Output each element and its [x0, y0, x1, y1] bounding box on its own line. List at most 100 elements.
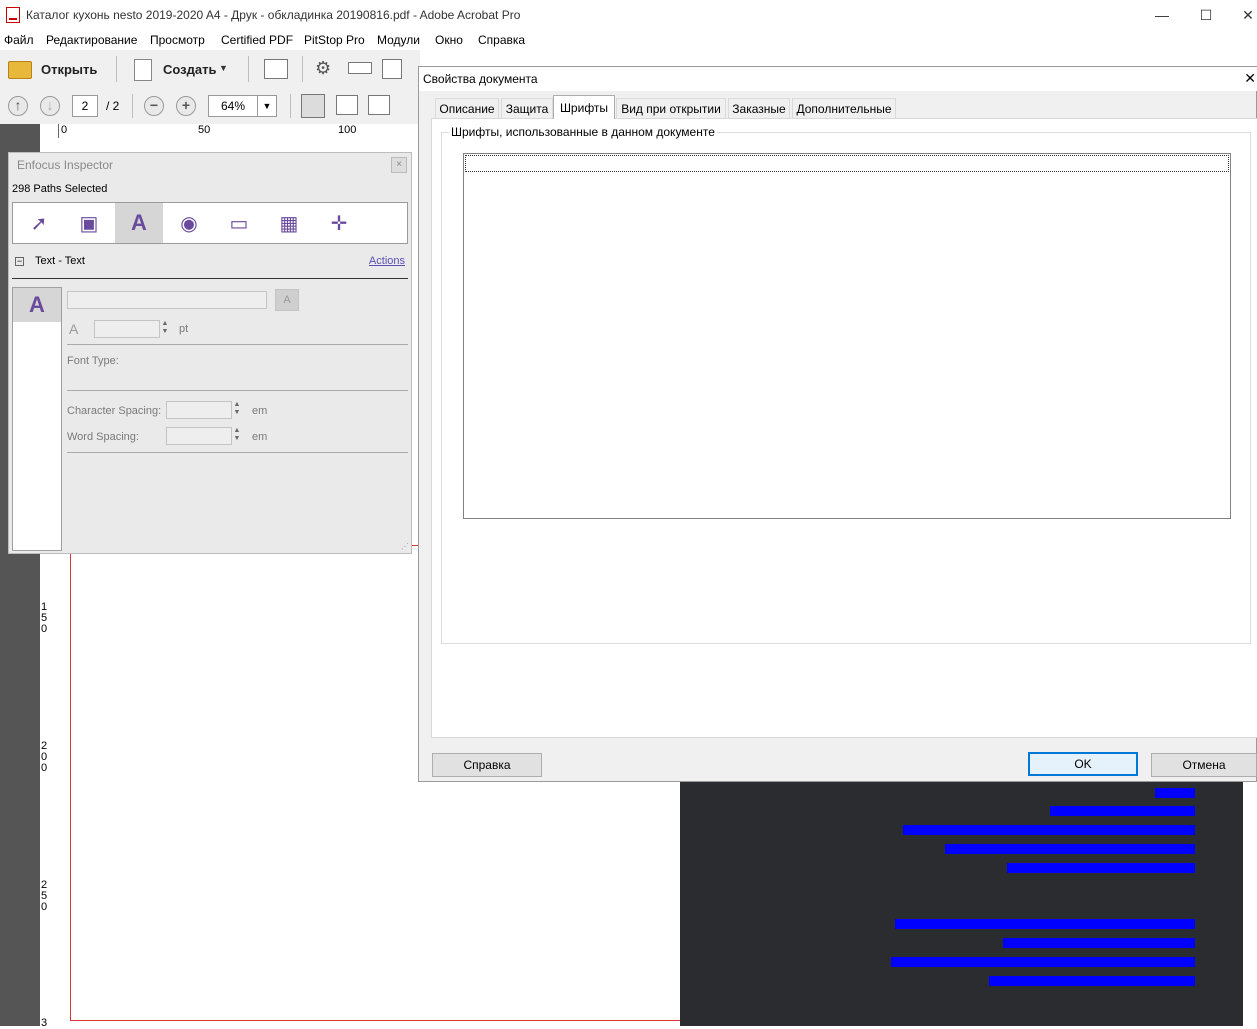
selection-status: 298 Paths Selected: [12, 183, 108, 195]
font-name-field[interactable]: [67, 291, 267, 309]
menu-plugins[interactable]: Модули: [377, 33, 420, 47]
document-properties-dialog: Свойства документа ✕ Описание Защита Шри…: [418, 66, 1257, 782]
selected-text-path: [1050, 806, 1195, 816]
close-icon[interactable]: ×: [391, 157, 407, 173]
minimize-icon[interactable]: —: [1148, 4, 1176, 26]
help-button[interactable]: Справка: [432, 753, 542, 777]
toolbar-separator: [116, 56, 117, 82]
list-item[interactable]: [465, 155, 1229, 172]
folder-open-icon: [8, 61, 32, 79]
close-icon[interactable]: ✕: [1244, 70, 1256, 87]
fonts-group-label: Шрифты, использованные в данном документ…: [449, 125, 717, 139]
print-icon[interactable]: [264, 59, 288, 79]
selected-text-path: [945, 844, 1195, 854]
selected-text-path: [1003, 938, 1195, 948]
font-size-spinner[interactable]: ▲ ▼: [159, 320, 171, 338]
tab-description[interactable]: Описание: [435, 98, 499, 118]
fit-page-icon[interactable]: [336, 95, 358, 115]
cover-dark-panel: [680, 782, 1243, 1026]
text-icon[interactable]: A: [115, 203, 163, 243]
character-spacing-label: Character Spacing:: [67, 405, 162, 417]
text-subcategory-icon[interactable]: A: [13, 288, 61, 322]
toolbar-separator: [248, 56, 249, 82]
camera-icon[interactable]: ◉: [165, 203, 213, 243]
inspector-title: Enfocus Inspector: [17, 158, 114, 172]
ruler-tick: 2 0 0: [41, 740, 48, 774]
menu-edit[interactable]: Редактирование: [46, 33, 137, 47]
monitor-icon[interactable]: ▭: [215, 203, 263, 243]
tab-custom[interactable]: Заказные: [728, 98, 790, 118]
collapse-section-icon[interactable]: −: [15, 257, 24, 266]
page-number-input[interactable]: 2: [72, 95, 98, 117]
close-window-icon[interactable]: ✕: [1234, 4, 1257, 26]
color-icon[interactable]: ▦: [265, 203, 313, 243]
tab-fonts[interactable]: Шрифты: [553, 95, 615, 119]
cancel-button[interactable]: Отмена: [1151, 753, 1257, 777]
word-spacing-field[interactable]: [166, 427, 232, 445]
maximize-icon[interactable]: ☐: [1192, 4, 1220, 26]
scrolling-mode-icon[interactable]: [301, 94, 325, 118]
character-spacing-spinner[interactable]: ▲ ▼: [231, 401, 243, 419]
acrobat-pdf-icon: [6, 7, 20, 23]
next-page-icon[interactable]: ↓: [40, 96, 60, 116]
title-bar: Каталог кухонь nesto 2019-2020 A4 - Друк…: [0, 0, 1257, 30]
field-divider: [67, 344, 408, 345]
menu-help[interactable]: Справка: [478, 33, 525, 47]
menu-window[interactable]: Окно: [435, 33, 463, 47]
menu-bar: Файл Редактирование Просмотр Certified P…: [0, 30, 1257, 50]
two-page-view-icon[interactable]: [368, 95, 390, 115]
font-type-label: Font Type:: [67, 355, 119, 367]
character-spacing-field[interactable]: [166, 401, 232, 419]
dialog-title: Свойства документа: [423, 72, 538, 86]
create-document-icon: [134, 59, 152, 81]
zoom-in-icon[interactable]: +: [176, 96, 196, 116]
page-tool-icon[interactable]: [382, 59, 402, 79]
dialog-title-bar: Свойства документа ✕: [419, 67, 1257, 91]
tab-advanced[interactable]: Дополнительные: [792, 98, 896, 118]
toolbar-separator: [302, 56, 303, 82]
create-button[interactable]: Создать: [163, 62, 216, 77]
ruler-tick: 3: [41, 1017, 48, 1029]
ok-button[interactable]: OK: [1028, 752, 1138, 776]
tab-security[interactable]: Защита: [501, 98, 553, 118]
field-divider: [67, 390, 408, 391]
open-button[interactable]: Открыть: [41, 62, 97, 77]
zoom-dropdown-icon[interactable]: ▼: [257, 95, 277, 117]
word-spacing-spinner[interactable]: ▲ ▼: [231, 427, 243, 445]
settings-gear-icon[interactable]: ⚙: [315, 58, 331, 79]
ruler-tick: 50: [198, 124, 211, 136]
selected-text-path: [1155, 788, 1195, 798]
enfocus-inspector-panel: Enfocus Inspector × 298 Paths Selected ➚…: [8, 152, 412, 554]
transform-icon[interactable]: ▣: [65, 203, 113, 243]
menu-view[interactable]: Просмотр: [150, 33, 205, 47]
position-icon[interactable]: ✛: [315, 203, 363, 243]
menu-certified-pdf[interactable]: Certified PDF: [221, 33, 293, 47]
select-icon[interactable]: ➚: [15, 203, 63, 243]
actions-menu-link[interactable]: Actions: [369, 255, 405, 267]
ruler-tick: 2 5 0: [41, 879, 48, 913]
font-size-field[interactable]: [94, 320, 160, 338]
menu-file[interactable]: Файл: [4, 33, 34, 47]
previous-page-icon[interactable]: ↑: [8, 96, 28, 116]
section-divider: [12, 278, 408, 279]
main-toolbar: Открыть Создать ▼ ⚙: [0, 50, 420, 89]
ruler-icon[interactable]: [348, 62, 372, 74]
navigation-toolbar: ↑ ↓ 2 / 2 − + 64% ▼: [0, 88, 420, 125]
resize-grip-icon[interactable]: ⋰: [401, 542, 409, 551]
menu-pitstop-pro[interactable]: PitStop Pro: [304, 33, 365, 47]
font-size-icon: A: [69, 321, 79, 337]
toolbar-separator: [290, 94, 291, 118]
zoom-level-input[interactable]: 64%: [208, 95, 258, 117]
zoom-out-icon[interactable]: −: [144, 96, 164, 116]
create-dropdown-icon[interactable]: ▼: [219, 63, 228, 73]
character-spacing-unit: em: [252, 405, 268, 417]
ruler-tick: 100: [338, 124, 357, 136]
font-size-unit: pt: [179, 323, 189, 335]
field-divider: [67, 452, 408, 453]
font-replace-icon[interactable]: A: [275, 289, 299, 311]
section-heading: Text - Text: [35, 255, 85, 267]
selected-text-path: [891, 957, 1195, 967]
fonts-list[interactable]: [463, 153, 1231, 519]
word-spacing-unit: em: [252, 431, 268, 443]
tab-initial-view[interactable]: Вид при открытии: [616, 98, 726, 118]
